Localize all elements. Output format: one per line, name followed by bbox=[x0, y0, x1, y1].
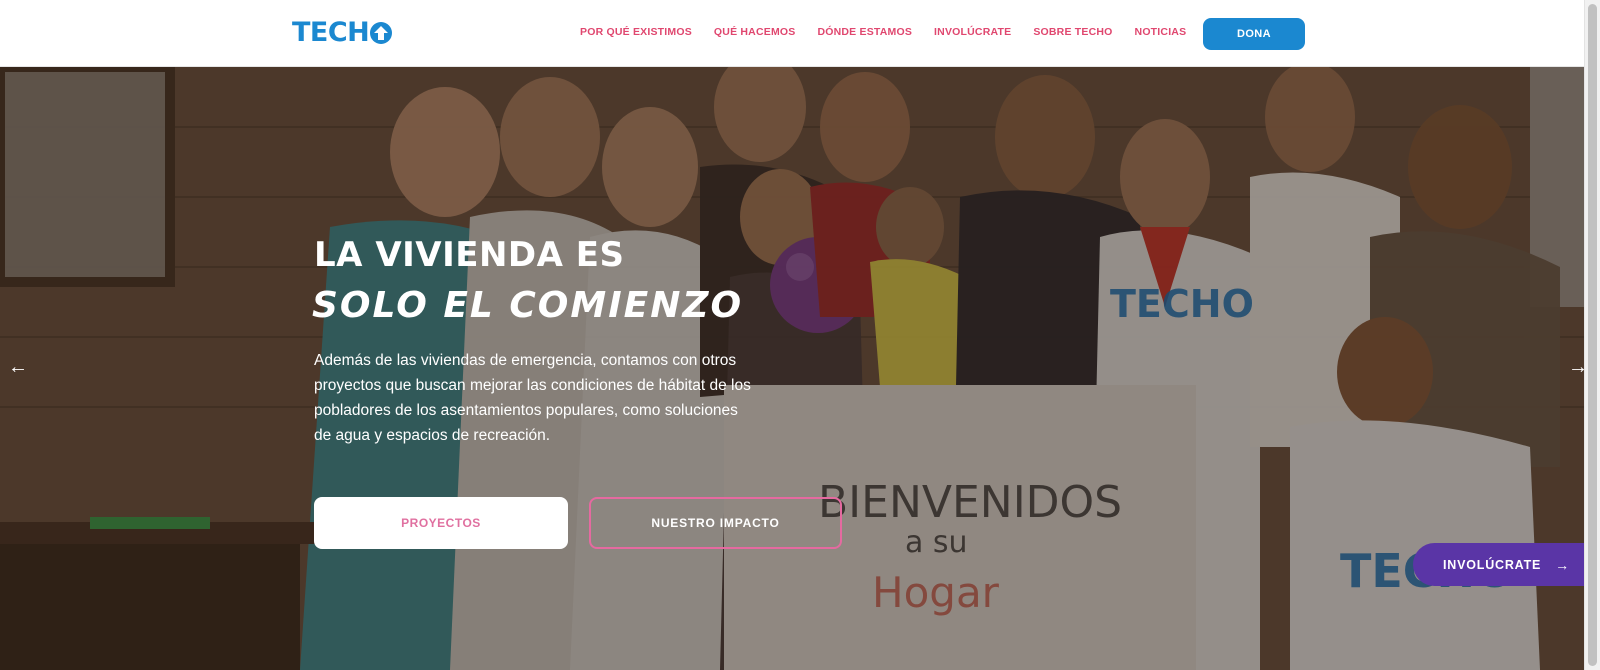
hero-title-line1: LA VIVIENDA ES bbox=[314, 235, 625, 275]
hero-description: Además de las viviendas de emergencia, c… bbox=[314, 352, 751, 444]
house-icon bbox=[370, 22, 393, 44]
donate-button[interactable]: DONA bbox=[1203, 18, 1305, 50]
site-header: TECH POR QUÉ EXISTIMOS QUÉ HACEMOS DÓNDE… bbox=[0, 0, 1584, 67]
nav-item-por-que-existimos[interactable]: POR QUÉ EXISTIMOS bbox=[580, 26, 692, 38]
involucrate-floating-button[interactable]: INVOLÚCRATE → bbox=[1413, 543, 1584, 586]
proyectos-button[interactable]: PROYECTOS bbox=[314, 497, 568, 549]
nav-item-sobre-techo[interactable]: SOBRE TECHO bbox=[1033, 26, 1112, 38]
nav-item-involucrate[interactable]: INVOLÚCRATE bbox=[934, 26, 1011, 38]
hero-slider: BIENVENIDOS a su Hogar TECHO TECHO LA VI… bbox=[0, 67, 1584, 670]
nav-item-que-hacemos[interactable]: QUÉ HACEMOS bbox=[714, 26, 796, 38]
logo-text: TECH bbox=[292, 17, 370, 48]
hero-title-line2: SOLO EL COMIENZO bbox=[312, 285, 744, 326]
nuestro-impacto-button[interactable]: NUESTRO IMPACTO bbox=[589, 497, 842, 549]
involucrate-label: INVOLÚCRATE bbox=[1443, 557, 1542, 572]
main-nav: POR QUÉ EXISTIMOS QUÉ HACEMOS DÓNDE ESTA… bbox=[580, 26, 1208, 38]
page-scrollbar[interactable] bbox=[1584, 0, 1600, 670]
arrow-right-icon: → bbox=[1555, 556, 1570, 573]
scrollbar-thumb[interactable] bbox=[1588, 4, 1597, 666]
arrow-right-icon[interactable]: → bbox=[1568, 357, 1584, 377]
arrow-left-icon[interactable]: ← bbox=[8, 357, 28, 377]
techo-logo[interactable]: TECH bbox=[292, 17, 393, 48]
nav-item-noticias[interactable]: NOTICIAS bbox=[1135, 26, 1187, 38]
hero-photo: BIENVENIDOS a su Hogar TECHO TECHO bbox=[0, 67, 1584, 670]
nav-item-donde-estamos[interactable]: DÓNDE ESTAMOS bbox=[817, 26, 912, 38]
